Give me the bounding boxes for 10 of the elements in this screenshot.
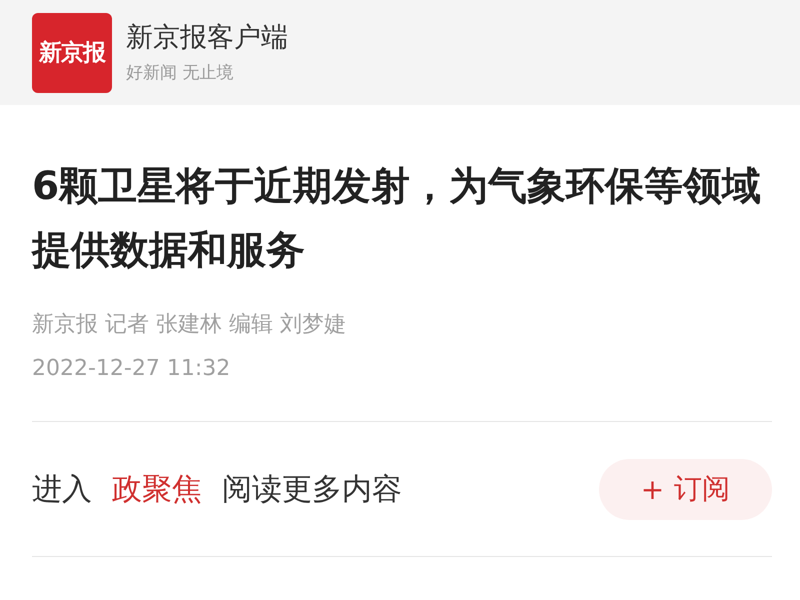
publish-date: 2022-12-27 11:32: [32, 355, 232, 383]
app-logo: 新京报: [32, 12, 112, 92]
channel-link[interactable]: 政聚焦: [112, 468, 202, 510]
article-byline: 新京报 记者 张建林 编辑 刘梦婕: [32, 311, 347, 339]
app-tagline: 好新闻 无止境: [126, 62, 234, 84]
promo-text: 阅读更多内容: [222, 470, 402, 508]
subscribe-button[interactable]: + 订阅: [599, 458, 772, 520]
app-name: 新京报客户端: [126, 21, 288, 55]
article-title: 6颗卫星将于近期发射，为气象环保等领域提供数据和服务: [32, 163, 762, 275]
promo-text: 进入: [32, 470, 92, 508]
